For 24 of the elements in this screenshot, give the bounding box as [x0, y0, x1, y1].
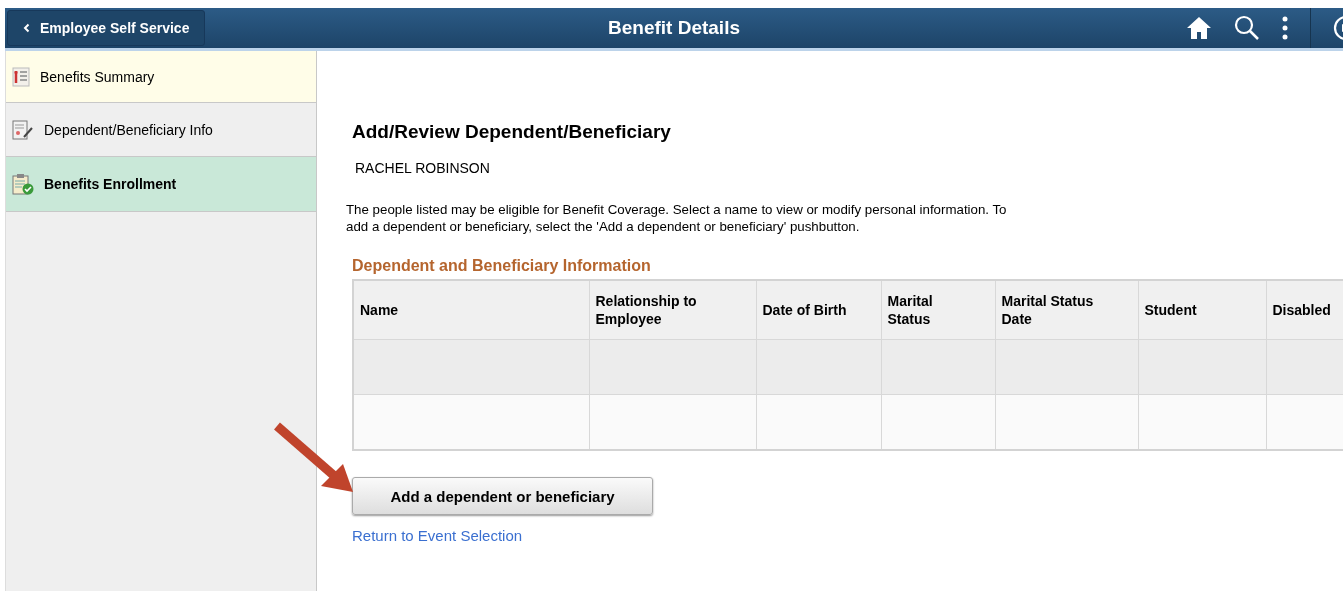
column-header: Student [1138, 280, 1266, 340]
instructions-text: The people listed may be eligible for Benefit Coverage. Select a name to view or modify personal information. To add a dependent or beneficiary, select the 'Add a dependent or beneficiary' pushbutton. [346, 201, 1008, 235]
page-heading: Add/Review Dependent/Beneficiary [352, 121, 672, 143]
column-header: Marital Status Date [995, 280, 1138, 340]
column-header: Disabled [1266, 280, 1343, 340]
back-button[interactable]: Employee Self Service [7, 10, 206, 46]
sidebar-item[interactable]: Benefits Enrollment [6, 157, 316, 212]
home-icon[interactable] [1186, 16, 1212, 40]
column-header: Marital Status [881, 280, 995, 340]
sidebar-item[interactable]: Benefits Summary [6, 51, 316, 103]
column-header: Date of Birth [756, 280, 881, 340]
employee-name: RACHEL ROBINSON [355, 160, 491, 176]
page-title: Benefit Details [608, 17, 740, 38]
list-icon [12, 66, 30, 87]
more-icon[interactable] [1282, 16, 1288, 40]
add-dependent-button[interactable]: Add a dependent or beneficiary [352, 477, 653, 515]
column-header: Name [353, 280, 589, 340]
clipboard-check-icon [12, 173, 34, 195]
table-title: Dependent and Beneficiary Information [352, 257, 652, 275]
column-header: Relationship to Employee [589, 280, 756, 340]
return-link[interactable]: Return to Event Selection [352, 527, 523, 544]
form-edit-icon [12, 119, 34, 140]
back-icon [22, 23, 32, 33]
search-icon[interactable] [1234, 15, 1260, 41]
